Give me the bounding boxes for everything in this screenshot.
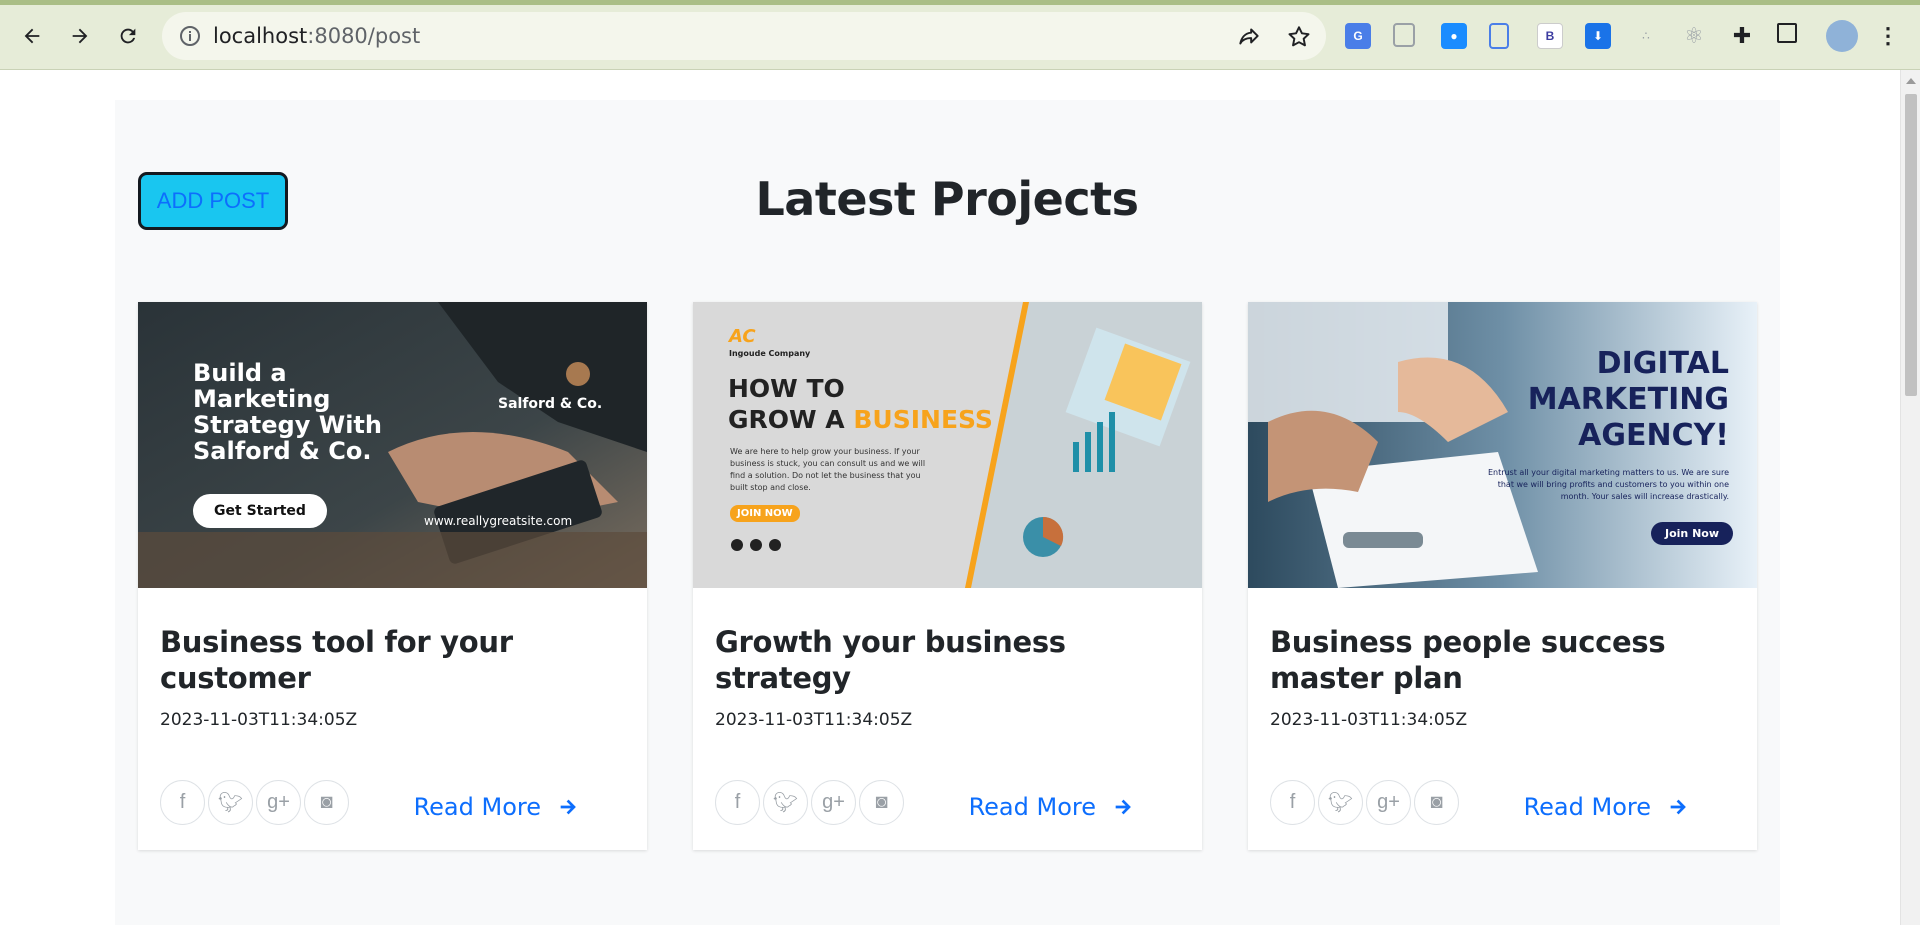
- image-join-now: JOIN NOW: [730, 505, 800, 522]
- card-footer: f 🐦︎ g+ ◙ Read More: [715, 730, 1180, 850]
- image-headline: DIGITAL MARKETING AGENCY!: [1528, 346, 1729, 454]
- facebook-icon[interactable]: f: [715, 780, 760, 825]
- back-button[interactable]: [15, 19, 49, 53]
- reader-extension-icon[interactable]: [1393, 23, 1415, 47]
- arrow-left-icon: [24, 28, 40, 44]
- card-footer: f 🐦︎ g+ ◙ Read More: [160, 730, 625, 850]
- page-title: Latest Projects: [755, 172, 1139, 226]
- project-card: Build a Marketing Strategy With Salford …: [138, 302, 647, 850]
- instagram-icon[interactable]: ◙: [1414, 780, 1459, 825]
- card-title: Growth your business strategy: [715, 625, 1066, 695]
- facebook-icon[interactable]: f: [160, 780, 205, 825]
- bookmark-star-icon[interactable]: [1286, 24, 1312, 50]
- read-more-link[interactable]: Read More: [969, 793, 1134, 821]
- reload-button[interactable]: [111, 19, 145, 53]
- page-viewport: ADD POST Latest Projects Build a Marketi…: [0, 70, 1900, 925]
- card-image: Build a Marketing Strategy With Salford …: [138, 302, 647, 588]
- twitter-icon[interactable]: 🐦︎: [763, 780, 808, 825]
- grow-business-image: [693, 302, 1202, 588]
- site-info-icon[interactable]: [178, 24, 202, 48]
- read-more-link[interactable]: Read More: [414, 793, 579, 821]
- card-image: AC Ingoude Company HOW TO GROW A BUSINES…: [693, 302, 1202, 588]
- share-icon[interactable]: [1236, 24, 1262, 50]
- image-website: www.reallygreatsite.com: [424, 514, 573, 528]
- image-body: We are here to help grow your business. …: [730, 447, 926, 492]
- address-bar[interactable]: localhost:8080/post: [162, 12, 1326, 60]
- card-date: 2023-11-03T11:34:05Z: [1270, 710, 1468, 730]
- image-line2: GROW A BUSINESS: [728, 405, 993, 434]
- vertical-scrollbar[interactable]: [1900, 70, 1920, 925]
- scrollbar-thumb[interactable]: [1905, 94, 1917, 396]
- image-line1: DIGITAL: [1596, 346, 1729, 381]
- url-path: :8080/post: [307, 24, 421, 48]
- image-body: Entrust all your digital marketing matte…: [1487, 468, 1729, 501]
- image-line3: AGENCY!: [1578, 418, 1729, 453]
- tab-strip-edge: [0, 0, 1920, 5]
- instagram-icon[interactable]: ◙: [859, 780, 904, 825]
- card-date: 2023-11-03T11:34:05Z: [160, 710, 358, 730]
- reload-icon: [120, 28, 136, 44]
- twitter-icon[interactable]: 🐦︎: [1318, 780, 1363, 825]
- read-more-label: Read More: [968, 793, 1096, 821]
- image-line2: MARKETING: [1527, 382, 1729, 417]
- device-extension-icon[interactable]: [1489, 23, 1509, 49]
- google-plus-icon[interactable]: g+: [256, 780, 301, 825]
- extensions-puzzle-icon[interactable]: ✚: [1729, 23, 1755, 49]
- facebook-icon[interactable]: f: [1270, 780, 1315, 825]
- image-line2b: BUSINESS: [853, 405, 993, 434]
- image-join-now: Join Now: [1650, 522, 1733, 545]
- scroll-up-arrow-icon[interactable]: [1906, 78, 1916, 84]
- image-line2a: GROW A: [728, 405, 854, 434]
- image-logo: AC: [729, 326, 756, 347]
- card-body: Growth your business strategy 2023-11-03…: [693, 588, 1202, 850]
- arrow-right-icon: [72, 28, 88, 44]
- social-links: f 🐦︎ g+ ◙: [715, 780, 904, 825]
- image-get-started: Get Started: [193, 494, 327, 528]
- side-panel-icon[interactable]: [1777, 23, 1797, 43]
- react-devtools-icon[interactable]: ⚛: [1681, 23, 1707, 49]
- url-host: localhost: [213, 24, 308, 48]
- image-headline: Build a Marketing Strategy With Salford …: [193, 359, 382, 465]
- forward-button[interactable]: [63, 19, 97, 53]
- instagram-icon[interactable]: ◙: [304, 780, 349, 825]
- download-extension-icon[interactable]: ⬇: [1585, 23, 1611, 49]
- card-image: DIGITAL MARKETING AGENCY! Entrust all yo…: [1248, 302, 1757, 588]
- arrow-right-icon: [1670, 799, 1686, 815]
- card-title: Business tool for your customer: [160, 625, 513, 695]
- card-body: Business people success master plan 2023…: [1248, 588, 1757, 850]
- read-more-link[interactable]: Read More: [1524, 793, 1689, 821]
- dots-extension-icon[interactable]: ∴: [1633, 23, 1659, 49]
- url-text[interactable]: localhost:8080/post: [213, 24, 420, 48]
- card-date: 2023-11-03T11:34:05Z: [715, 710, 913, 730]
- social-links: f 🐦︎ g+ ◙: [1270, 780, 1459, 825]
- arrow-right-icon: [560, 799, 576, 815]
- menu-kebab-icon[interactable]: ⋮: [1875, 23, 1901, 49]
- card-title: Business people success master plan: [1270, 625, 1666, 695]
- arrow-right-icon: [1115, 799, 1131, 815]
- profile-avatar[interactable]: [1826, 20, 1858, 52]
- google-plus-icon[interactable]: g+: [1366, 780, 1411, 825]
- project-card: AC Ingoude Company HOW TO GROW A BUSINES…: [693, 302, 1202, 850]
- droplet-extension-icon[interactable]: ●: [1441, 23, 1467, 49]
- google-translate-extension-icon[interactable]: G: [1345, 23, 1371, 49]
- card-footer: f 🐦︎ g+ ◙ Read More: [1270, 730, 1735, 850]
- image-company: Ingoude Company: [729, 349, 811, 358]
- read-more-label: Read More: [1523, 793, 1651, 821]
- browser-toolbar: localhost:8080/post G ● B ⬇ ∴ ⚛ ✚ ⋮: [0, 0, 1920, 70]
- google-plus-icon[interactable]: g+: [811, 780, 856, 825]
- b-extension-icon[interactable]: B: [1537, 23, 1563, 49]
- project-card: DIGITAL MARKETING AGENCY! Entrust all yo…: [1248, 302, 1757, 850]
- image-line1: HOW TO: [728, 374, 845, 403]
- card-body: Business tool for your customer 2023-11-…: [138, 588, 647, 850]
- twitter-icon[interactable]: 🐦︎: [208, 780, 253, 825]
- social-links: f 🐦︎ g+ ◙: [160, 780, 349, 825]
- read-more-label: Read More: [413, 793, 541, 821]
- image-brand: Salford & Co.: [498, 396, 603, 412]
